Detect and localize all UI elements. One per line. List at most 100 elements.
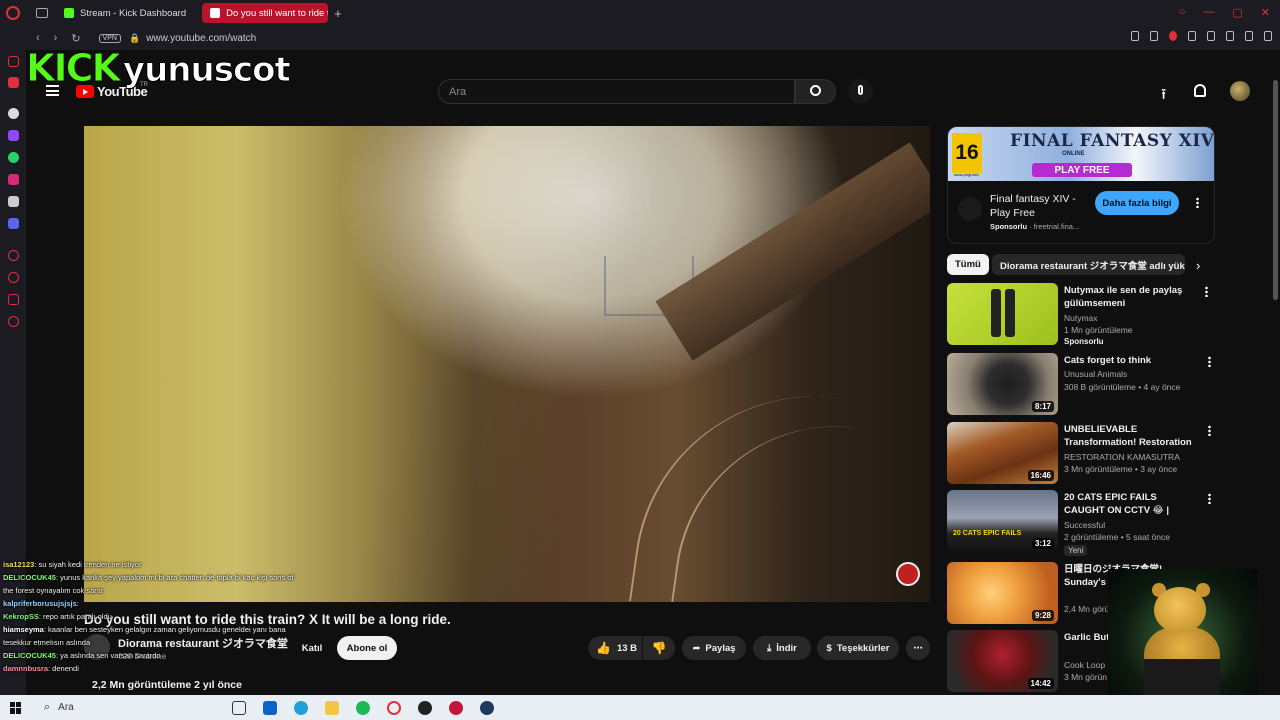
- flow-icon[interactable]: [1188, 31, 1196, 41]
- tab-kick-dashboard[interactable]: Stream - Kick Dashboard: [56, 3, 194, 23]
- url-field[interactable]: www.youtube.com/watch: [146, 33, 256, 44]
- recommendation-item[interactable]: Nutymax ile sen de paylaş gülümsemeni Nu…: [947, 283, 1215, 347]
- aria-icon[interactable]: [8, 108, 19, 119]
- thanks-icon: $: [826, 642, 832, 654]
- ad-title[interactable]: Final fantasy XIV - Play Free: [990, 192, 1090, 220]
- recommendation-channel[interactable]: Successful: [1064, 520, 1105, 530]
- account-avatar[interactable]: [1230, 81, 1250, 101]
- recommendation-title[interactable]: Cats forget to think: [1064, 354, 1198, 367]
- taskbar-search[interactable]: ⌕ Ara: [44, 701, 74, 714]
- snapshot-icon[interactable]: [1150, 31, 1158, 41]
- thanks-button[interactable]: $ Teşekkürler: [817, 636, 899, 660]
- profile-icon[interactable]: [1226, 31, 1234, 41]
- minimize-button[interactable]: —: [1203, 6, 1214, 19]
- back-button[interactable]: ‹: [36, 32, 40, 44]
- kick-logo: KICK: [26, 46, 122, 91]
- video-thumbnail[interactable]: 8:17: [947, 353, 1058, 415]
- file-explorer-icon[interactable]: [325, 701, 339, 715]
- recommendation-item[interactable]: 20 CATS EPIC FAILS 3:12 20 CATS EPIC FAI…: [947, 490, 1215, 556]
- recommendation-title[interactable]: UNBELIEVABLE Transformation! Restoration…: [1064, 423, 1198, 449]
- ad-more-icon[interactable]: [1196, 197, 1199, 208]
- recommendation-channel[interactable]: Cook Loop: [1064, 660, 1105, 670]
- recommendation-item[interactable]: 8:17 Cats forget to think Unusual Animal…: [947, 353, 1215, 417]
- page-scrollbar[interactable]: [1273, 80, 1278, 300]
- app-icon[interactable]: [418, 701, 432, 715]
- learn-more-button[interactable]: Daha fazla bilgi: [1095, 191, 1179, 215]
- opera-gx-icon[interactable]: [8, 56, 19, 67]
- recommendation-more-icon[interactable]: [1208, 356, 1211, 367]
- forward-button[interactable]: ›: [54, 32, 58, 44]
- chat-message: KekropSS: repo artık paralı oldu: [0, 610, 300, 623]
- subscribe-button[interactable]: Abone ol: [337, 636, 397, 660]
- download-icon[interactable]: [1245, 31, 1253, 41]
- video-thumbnail[interactable]: 20 CATS EPIC FAILS 3:12: [947, 490, 1058, 552]
- x-icon[interactable]: [8, 196, 19, 207]
- recommendation-more-icon[interactable]: [1208, 425, 1211, 436]
- recommendation-more-icon[interactable]: [1208, 493, 1211, 504]
- tab-islands-icon[interactable]: [36, 8, 48, 18]
- recommendation-title[interactable]: Nutymax ile sen de paylaş gülümsemeni: [1064, 284, 1198, 310]
- music-icon[interactable]: [8, 77, 19, 88]
- task-view-icon[interactable]: [232, 701, 246, 715]
- search-button[interactable]: [795, 79, 836, 104]
- steam-icon[interactable]: [480, 701, 494, 715]
- discord-icon[interactable]: [8, 218, 19, 229]
- chat-username: KekropSS: [3, 612, 39, 621]
- search-tabs-icon[interactable]: ○: [1179, 6, 1186, 19]
- edge-icon[interactable]: [294, 701, 308, 715]
- ad-banner-image[interactable]: 16 www.pegi.info FINAL FANTASY XIV ONLIN…: [948, 127, 1215, 181]
- reload-button[interactable]: ↻: [71, 32, 80, 45]
- notifications-icon[interactable]: [1194, 84, 1206, 97]
- close-button[interactable]: ✕: [1261, 6, 1270, 19]
- recommendation-channel[interactable]: RESTORATION KAMASUTRA: [1064, 452, 1180, 462]
- video-thumbnail[interactable]: 14:42: [947, 630, 1058, 692]
- bookmark-icon[interactable]: [1131, 31, 1139, 41]
- create-icon[interactable]: ⭱: [1161, 84, 1166, 109]
- windows-start-icon[interactable]: [10, 701, 22, 714]
- like-button[interactable]: 👍 13 B: [588, 636, 642, 660]
- media-player-icon[interactable]: [449, 701, 463, 715]
- download-button[interactable]: ⤓ İndir: [753, 636, 811, 660]
- recommendation-more-icon[interactable]: [1205, 286, 1208, 297]
- share-button[interactable]: ➦ Paylaş: [682, 636, 746, 660]
- chevron-right-icon[interactable]: ›: [1196, 258, 1200, 273]
- video-thumbnail[interactable]: [947, 283, 1058, 345]
- twitch-icon[interactable]: [8, 130, 19, 141]
- video-player[interactable]: [84, 126, 930, 602]
- outlook-icon[interactable]: [263, 701, 277, 715]
- new-tab-button[interactable]: +: [334, 6, 342, 21]
- tab-youtube-video[interactable]: Do you still want to ride th: [202, 3, 329, 23]
- instagram-icon[interactable]: [8, 174, 19, 185]
- recommendation-meta: 308 B görüntüleme • 4 ay önce: [1064, 382, 1181, 392]
- search-input[interactable]: Ara: [438, 79, 795, 104]
- player-icon[interactable]: [8, 250, 19, 261]
- menu-icon[interactable]: [1264, 31, 1272, 41]
- recommendation-channel[interactable]: Nutymax: [1064, 313, 1098, 323]
- video-thumbnail[interactable]: 16:46: [947, 422, 1058, 484]
- opera-logo-icon[interactable]: [6, 6, 20, 20]
- chip-all[interactable]: Tümü: [947, 254, 989, 275]
- voice-search-button[interactable]: [848, 79, 873, 104]
- dislike-button[interactable]: 👎: [643, 636, 675, 660]
- vpn-badge[interactable]: VPN: [98, 33, 121, 43]
- opera-icon[interactable]: [387, 701, 401, 715]
- settings-icon[interactable]: [8, 316, 19, 327]
- lock-icon[interactable]: 🔒: [129, 33, 140, 44]
- whatsapp-icon[interactable]: [8, 152, 19, 163]
- video-thumbnail[interactable]: 9:28: [947, 562, 1058, 624]
- recommendation-item[interactable]: 16:46 UNBELIEVABLE Transformation! Resto…: [947, 422, 1215, 486]
- more-actions-button[interactable]: ⋯: [906, 636, 930, 660]
- recommendation-channel[interactable]: Unusual Animals: [1064, 369, 1127, 379]
- history-icon[interactable]: [8, 272, 19, 283]
- sponsored-ad-card[interactable]: 16 www.pegi.info FINAL FANTASY XIV ONLIN…: [947, 126, 1215, 244]
- chip-uploader[interactable]: Diorama restaurant ジオラマ食堂 adlı yükleyend…: [992, 254, 1185, 275]
- extensions-icon[interactable]: [8, 294, 19, 305]
- share-label: Paylaş: [705, 642, 736, 654]
- maximize-button[interactable]: ▢: [1232, 6, 1242, 19]
- channel-watermark-icon[interactable]: [896, 562, 920, 586]
- recommendation-title[interactable]: 20 CATS EPIC FAILS CAUGHT ON CCTV 😂 | Fu…: [1064, 491, 1198, 517]
- ad-game-logo: FINAL FANTASY XIV: [1010, 131, 1215, 151]
- spotify-icon[interactable]: [356, 701, 370, 715]
- heart-icon[interactable]: [1207, 31, 1215, 41]
- adblock-icon[interactable]: [1169, 31, 1177, 41]
